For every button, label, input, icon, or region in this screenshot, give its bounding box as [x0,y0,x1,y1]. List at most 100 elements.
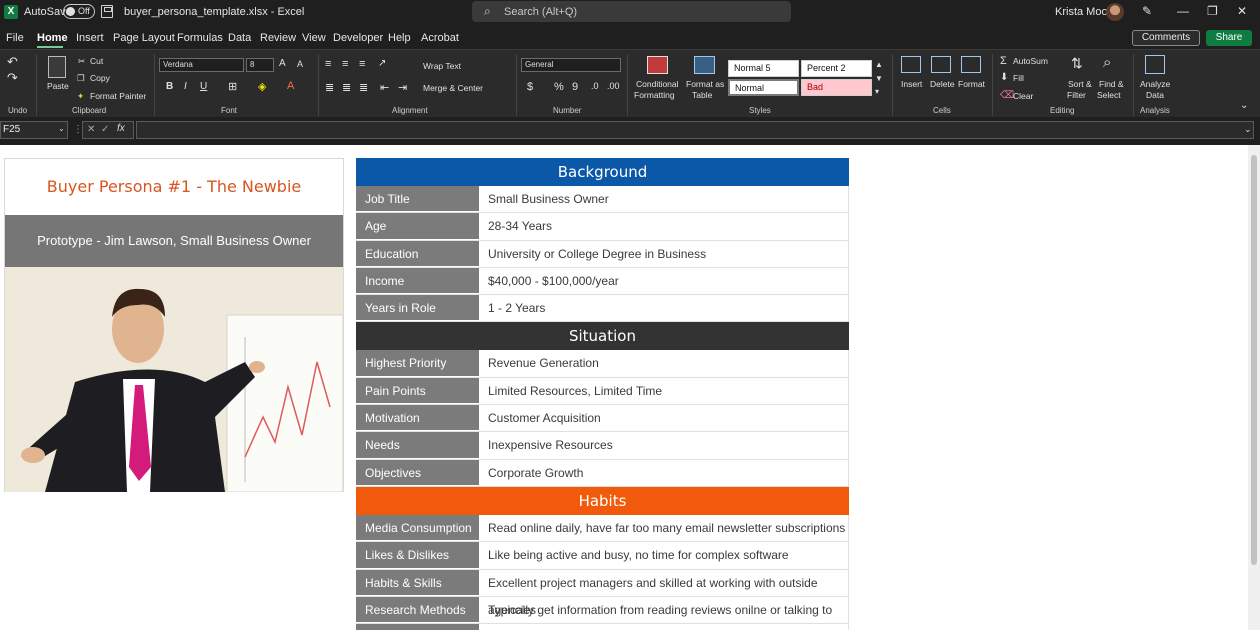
row-value[interactable]: 28-34 Years [479,213,849,240]
fill-color-icon[interactable]: ◈ [258,80,266,93]
row-value[interactable]: $40,000 - $100,000/year [479,267,849,295]
increase-indent-icon[interactable]: ⇥ [398,81,407,94]
style-bad[interactable]: Bad [801,79,872,96]
style-percent-2[interactable]: Percent 2 [801,60,872,77]
row-value[interactable]: Typically get information from reading r… [479,596,849,630]
align-left-icon[interactable]: ≣ [325,81,334,94]
fill-button[interactable]: Fill [1013,73,1024,83]
table-row[interactable]: Years in Role 1 - 2 Years [356,295,849,323]
scrollbar-thumb[interactable] [1251,155,1257,565]
align-middle-icon[interactable]: ≡ [342,58,348,70]
conditional-formatting-button[interactable]: Conditional [636,79,679,89]
paste-button[interactable]: Paste [47,81,69,91]
percent-icon[interactable]: % [554,81,564,93]
table-row[interactable]: Research Methods Typically get informatio… [356,596,849,630]
table-row[interactable]: Media Consumption Read online daily, have… [356,514,849,543]
increase-decimal-icon[interactable]: .0 [591,81,599,91]
share-button[interactable]: Share [1206,30,1252,46]
table-row[interactable]: Age 28-34 Years [356,213,849,241]
format-as-table-button[interactable]: Format as [686,79,724,89]
expand-formula-icon[interactable]: ⌄ [1244,124,1252,135]
copy-icon[interactable]: ❐ [77,73,85,84]
table-row[interactable]: Likes & Dislikes Like being active and bu… [356,542,849,570]
avatar[interactable] [1106,3,1124,21]
minimize-button[interactable]: — [1177,4,1189,18]
row-value[interactable] [479,624,849,630]
tab-page-layout[interactable]: Page Layout [113,32,175,44]
table-row[interactable]: Needs Inexpensive Resources [356,432,849,460]
formula-input[interactable] [136,121,1254,139]
align-bottom-icon[interactable]: ≡ [359,58,365,70]
cut-button[interactable]: Cut [90,56,103,66]
tab-view[interactable]: View [302,32,326,44]
tab-insert[interactable]: Insert [76,32,104,44]
cancel-icon[interactable]: ✕ [87,124,95,135]
row-value[interactable]: Corporate Growth [479,459,849,486]
pen-icon[interactable]: ✎ [1142,4,1152,18]
row-value[interactable]: Limited Resources, Limited Time [479,377,849,405]
table-row[interactable]: Objectives Corporate Growth [356,459,849,487]
table-row[interactable]: Motivation Customer Acquisition [356,405,849,433]
paste-icon[interactable] [48,56,66,78]
save-icon[interactable] [101,5,113,18]
enter-icon[interactable]: ✓ [101,124,109,135]
undo-icon[interactable]: ↶ [7,54,18,70]
vertical-scrollbar[interactable] [1248,145,1260,630]
table-row[interactable]: Education University or College Degree in… [356,240,849,268]
copy-button[interactable]: Copy [90,73,110,83]
tab-help[interactable]: Help [388,32,411,44]
borders-icon[interactable]: ⊞ [228,80,237,93]
wrap-text-button[interactable]: Wrap Text [423,61,461,71]
close-button[interactable]: ✕ [1237,4,1247,18]
increase-font-icon[interactable]: A [279,58,286,69]
tab-acrobat[interactable]: Acrobat [421,32,459,44]
decrease-decimal-icon[interactable]: .00 [607,81,620,91]
name-box-dropdown-icon[interactable]: ⌄ [58,124,65,133]
tab-formulas[interactable]: Formulas [177,32,223,44]
merge-center-button[interactable]: Merge & Center [423,83,483,93]
autosum-icon[interactable]: Σ [1000,55,1007,67]
row-value[interactable]: University or College Degree in Business [479,240,849,267]
format-painter-button[interactable]: Format Painter [90,91,146,101]
number-format-dropdown[interactable]: General [521,58,621,72]
clear-button[interactable]: Clear [1013,91,1033,101]
font-name-dropdown[interactable]: Verdana [159,58,244,72]
autosave-toggle[interactable]: Off [63,4,95,19]
align-center-icon[interactable]: ≣ [342,81,351,94]
bold-icon[interactable]: B [166,81,173,92]
orientation-icon[interactable]: ↗ [378,58,386,69]
redo-icon[interactable]: ↷ [7,70,18,86]
insert-button[interactable]: Insert [901,79,922,89]
styles-scroll-up-icon[interactable]: ▲ [875,60,883,69]
row-value[interactable]: Inexpensive Resources [479,432,849,459]
table-row[interactable] [356,624,849,630]
styles-scroll-down-icon[interactable]: ▼ [875,74,883,83]
decrease-indent-icon[interactable]: ⇤ [380,81,389,94]
cut-icon[interactable]: ✂ [78,56,85,67]
currency-icon[interactable]: $ [527,81,533,93]
row-value[interactable]: 1 - 2 Years [479,295,849,322]
row-value[interactable]: Revenue Generation [479,350,849,377]
styles-more-icon[interactable]: ▾ [875,87,879,96]
row-value[interactable]: Like being active and busy, no time for … [479,542,849,569]
comma-icon[interactable]: 9 [572,81,578,93]
format-painter-icon[interactable]: ✦ [77,91,84,102]
autosum-button[interactable]: AutoSum [1013,56,1048,66]
restore-button[interactable]: ❐ [1207,4,1218,18]
row-value[interactable]: Customer Acquisition [479,405,849,432]
align-right-icon[interactable]: ≣ [359,81,368,94]
row-value[interactable]: Excellent project managers and skilled a… [479,569,849,617]
decrease-font-icon[interactable]: A [297,59,303,69]
tab-file[interactable]: File [6,32,24,44]
underline-icon[interactable]: U [200,81,207,92]
row-value[interactable]: Read online daily, have far too many ema… [479,514,849,542]
tab-review[interactable]: Review [260,32,296,44]
worksheet[interactable]: Buyer Persona #1 - The Newbie Prototype … [0,145,1248,630]
table-row[interactable]: Job Title Small Business Owner [356,186,849,214]
table-row[interactable]: Income $40,000 - $100,000/year [356,267,849,296]
row-value[interactable]: Small Business Owner [479,186,849,213]
comments-button[interactable]: Comments [1132,30,1200,46]
analyze-data-button[interactable]: Analyze [1140,79,1170,89]
table-row[interactable]: Highest Priority Revenue Generation [356,350,849,378]
format-button[interactable]: Format [958,79,985,89]
